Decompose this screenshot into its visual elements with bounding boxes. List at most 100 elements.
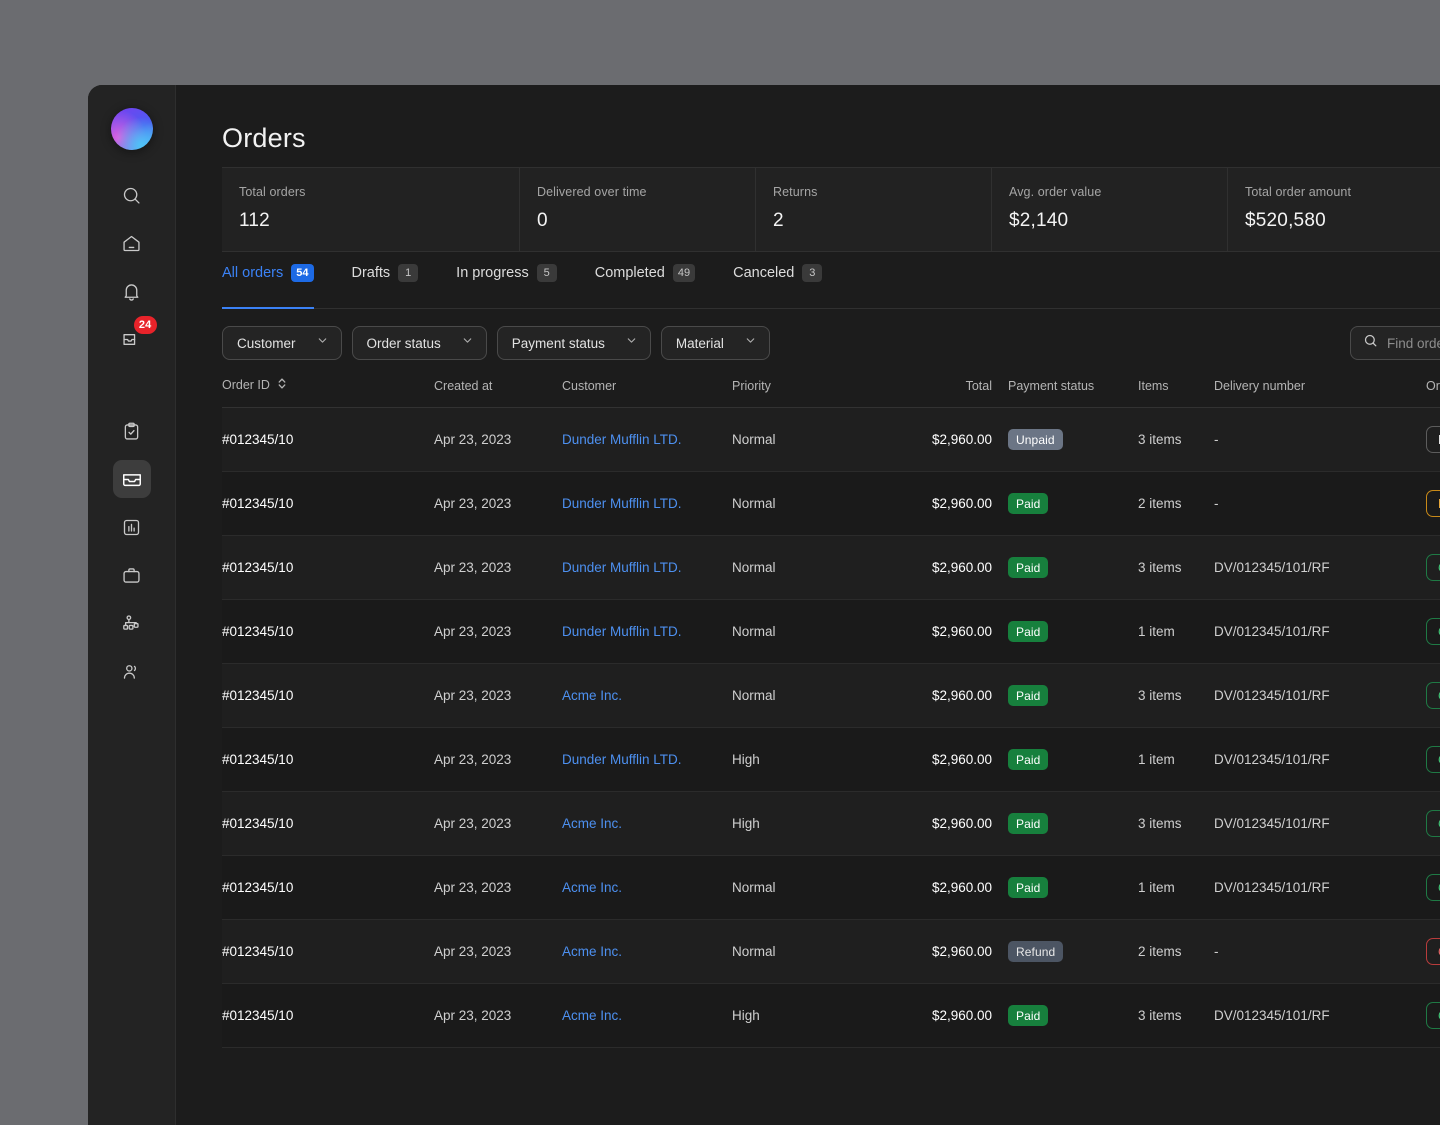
sidebar-item-orders[interactable] [113,460,151,498]
cell-created-at: Apr 23, 2023 [434,728,562,792]
sidebar-item-projects[interactable] [113,556,151,594]
cell-delivery-number: - [1214,408,1426,472]
stat-card-avg-order-value: Avg. order value $2,140 [992,168,1228,251]
order-status-badge: Completed [1426,618,1440,645]
orders-table-container: Order ID Created at Customer Priority To… [222,377,1440,1125]
column-label: Created at [434,379,492,393]
cell-items: 3 items [1122,664,1214,728]
cell-payment-status: Paid [992,728,1122,792]
cell-order-status: Completed [1426,600,1440,664]
tab-canceled[interactable]: Canceled 3 [733,252,834,308]
sidebar: 24 [88,85,176,1125]
sidebar-item-notifications[interactable] [113,272,151,310]
cell-order-id: #012345/10 [222,920,434,984]
cell-customer: Acme Inc. [562,792,732,856]
cell-priority: High [732,984,872,1048]
table-header-row: Order ID Created at Customer Priority To… [222,377,1440,408]
cell-priority: Normal [732,536,872,600]
payment-status-badge: Unpaid [1008,429,1063,450]
tab-drafts[interactable]: Drafts 1 [352,252,431,308]
cell-delivery-number: - [1214,472,1426,536]
sidebar-item-analytics[interactable] [113,508,151,546]
payment-status-badge: Paid [1008,813,1048,834]
stat-label: Returns [773,185,991,199]
filter-order-status[interactable]: Order status [352,326,487,360]
cell-items: 2 items [1122,472,1214,536]
order-status-badge: Completed [1426,746,1440,773]
customer-link[interactable]: Acme Inc. [562,944,622,959]
sidebar-nav-secondary [113,412,151,700]
sidebar-item-search[interactable] [113,176,151,214]
column-label: Orde [1426,379,1440,393]
order-status-badge: Packing [1426,490,1440,517]
column-label: Items [1138,379,1169,393]
filters-bar: Customer Order status Payment status Mat… [222,309,1440,377]
table-row[interactable]: #012345/10Apr 23, 2023Acme Inc.High$2,96… [222,792,1440,856]
cell-items: 1 item [1122,600,1214,664]
cell-items: 3 items [1122,984,1214,1048]
cell-total: $2,960.00 [872,664,992,728]
stat-label: Total orders [239,185,519,199]
customer-link[interactable]: Acme Inc. [562,688,622,703]
tab-in-progress[interactable]: In progress 5 [456,252,569,308]
clipboard-check-icon [121,421,142,442]
cell-order-status: Canceled [1426,920,1440,984]
table-row[interactable]: #012345/10Apr 23, 2023Acme Inc.Normal$2,… [222,856,1440,920]
sidebar-item-tasks[interactable] [113,412,151,450]
tab-count-badge: 54 [291,264,313,282]
stat-card-total-order-amount: Total order amount $520,580 [1228,168,1440,251]
payment-status-badge: Paid [1008,493,1048,514]
tab-completed[interactable]: Completed 49 [595,252,707,308]
main-content: Orders Total orders 112 Delivered over t… [176,85,1440,1125]
table-row[interactable]: #012345/10Apr 23, 2023Dunder Mufflin LTD… [222,728,1440,792]
table-row[interactable]: #012345/10Apr 23, 2023Dunder Mufflin LTD… [222,600,1440,664]
filter-customer[interactable]: Customer [222,326,342,360]
table-row[interactable]: #012345/10Apr 23, 2023Acme Inc.High$2,96… [222,984,1440,1048]
chevron-down-icon [625,334,638,352]
customer-link[interactable]: Acme Inc. [562,816,622,831]
column-label: Priority [732,379,771,393]
column-label: Order ID [222,378,270,392]
cell-customer: Acme Inc. [562,664,732,728]
filter-payment-status[interactable]: Payment status [497,326,651,360]
cell-total: $2,960.00 [872,472,992,536]
cell-created-at: Apr 23, 2023 [434,472,562,536]
cell-order-status: Draft [1426,408,1440,472]
cell-created-at: Apr 23, 2023 [434,984,562,1048]
column-header-payment-status: Payment status [992,377,1122,408]
user-avatar[interactable] [111,108,153,150]
customer-link[interactable]: Acme Inc. [562,880,622,895]
customer-link[interactable]: Dunder Mufflin LTD. [562,624,682,639]
table-row[interactable]: #012345/10Apr 23, 2023Acme Inc.Normal$2,… [222,920,1440,984]
table-row[interactable]: #012345/10Apr 23, 2023Acme Inc.Normal$2,… [222,664,1440,728]
orders-table-body: #012345/10Apr 23, 2023Dunder Mufflin LTD… [222,408,1440,1048]
customer-link[interactable]: Dunder Mufflin LTD. [562,752,682,767]
customer-link[interactable]: Dunder Mufflin LTD. [562,560,682,575]
cell-priority: High [732,728,872,792]
orders-table-header: Order ID Created at Customer Priority To… [222,377,1440,408]
tab-all-orders[interactable]: All orders 54 [222,252,326,308]
customer-link[interactable]: Dunder Mufflin LTD. [562,496,682,511]
table-row[interactable]: #012345/10Apr 23, 2023Dunder Mufflin LTD… [222,408,1440,472]
customer-link[interactable]: Dunder Mufflin LTD. [562,432,682,447]
page-title: Orders [222,123,1440,154]
cell-total: $2,960.00 [872,536,992,600]
filter-material[interactable]: Material [661,326,770,360]
sidebar-item-messages[interactable]: 24 [113,320,151,358]
cell-order-id: #012345/10 [222,536,434,600]
column-header-total: Total [872,377,992,408]
stat-card-total-orders: Total orders 112 [222,168,520,251]
order-status-badge: Completed [1426,1002,1440,1029]
order-status-badge: Completed [1426,682,1440,709]
sidebar-item-organization[interactable] [113,604,151,642]
sidebar-item-home[interactable] [113,224,151,262]
table-row[interactable]: #012345/10Apr 23, 2023Dunder Mufflin LTD… [222,472,1440,536]
column-header-order-id[interactable]: Order ID [222,377,434,408]
cell-priority: High [732,792,872,856]
cell-delivery-number: DV/012345/101/RF [1214,664,1426,728]
customer-link[interactable]: Acme Inc. [562,1008,622,1023]
search-input[interactable]: Find order... [1350,326,1440,360]
sidebar-item-customers[interactable] [113,652,151,690]
table-row[interactable]: #012345/10Apr 23, 2023Dunder Mufflin LTD… [222,536,1440,600]
cell-delivery-number: DV/012345/101/RF [1214,984,1426,1048]
